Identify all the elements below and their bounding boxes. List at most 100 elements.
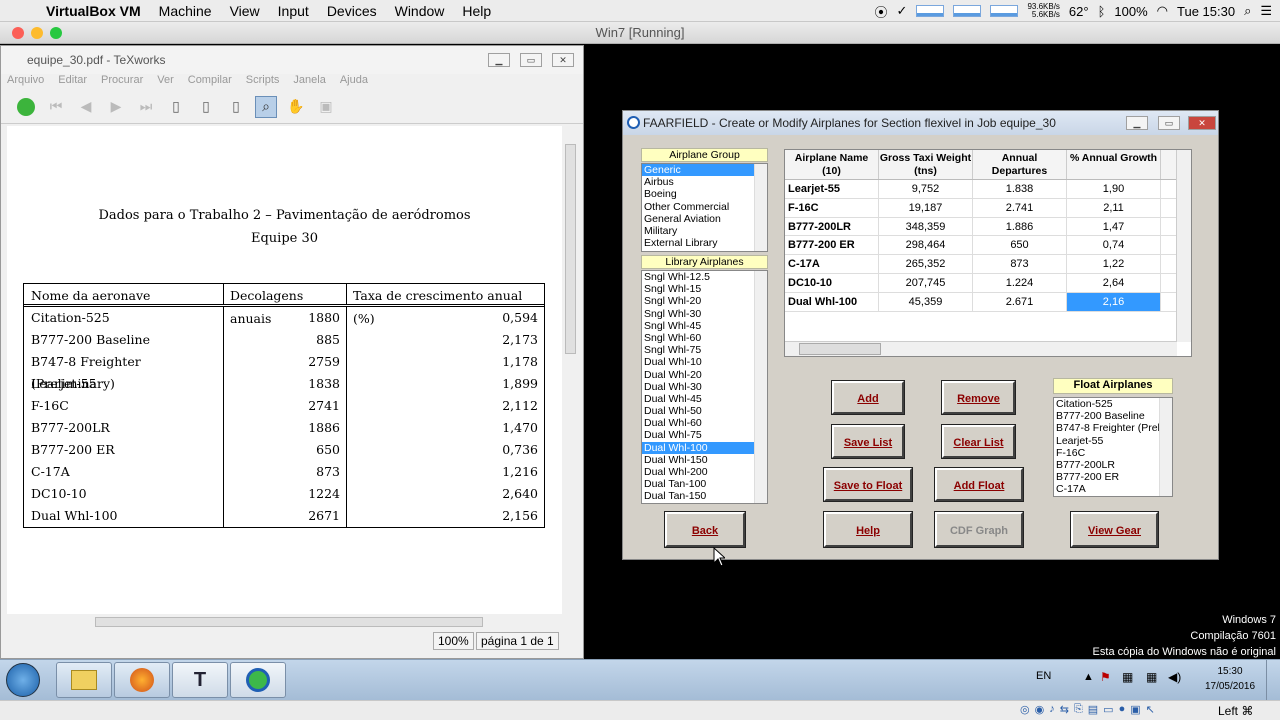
- fit-width-icon[interactable]: ▯: [195, 96, 217, 118]
- typeset-icon[interactable]: [15, 96, 37, 118]
- menu-ver[interactable]: Ver: [157, 74, 174, 90]
- grid-cell[interactable]: 1,22: [1067, 255, 1161, 273]
- volume-icon[interactable]: ◀): [1168, 670, 1181, 684]
- grid-cell[interactable]: 2.741: [973, 198, 1067, 217]
- library-airplane-item[interactable]: Sngl Whl-20: [642, 295, 767, 307]
- record-icon[interactable]: ⦿: [875, 2, 888, 21]
- scrollbar-thumb[interactable]: [565, 144, 576, 354]
- menu-janela[interactable]: Janela: [293, 74, 325, 90]
- library-airplane-item[interactable]: Dual Whl-30: [642, 381, 767, 393]
- library-airplane-item[interactable]: Dual Whl-60: [642, 417, 767, 429]
- airplane-group-item[interactable]: Military: [642, 225, 767, 237]
- grid-row[interactable]: B777-200 ER 298,464 650 0,74: [785, 236, 1191, 256]
- library-airplane-item[interactable]: Dual Whl-50: [642, 405, 767, 417]
- texworks-task-icon[interactable]: T: [172, 662, 228, 698]
- scrollbar-thumb[interactable]: [95, 617, 483, 627]
- float-airplane-item[interactable]: Learjet-55: [1054, 435, 1172, 447]
- show-hidden-icons-icon[interactable]: ▲: [1083, 671, 1094, 683]
- usb-icon[interactable]: ⎘: [1074, 703, 1083, 716]
- list-scrollbar[interactable]: [1159, 398, 1172, 496]
- grid-cell[interactable]: 1.886: [973, 217, 1067, 236]
- float-airplane-item[interactable]: B777-200 Baseline: [1054, 410, 1172, 422]
- library-airplane-item[interactable]: Sngl Whl-75: [642, 344, 767, 356]
- float-airplane-item[interactable]: B777-200LR: [1054, 459, 1172, 471]
- grid-cell[interactable]: 2,64: [1067, 273, 1161, 292]
- search-icon[interactable]: ⌕: [1244, 3, 1251, 19]
- library-airplane-item[interactable]: Dual Whl-10: [642, 356, 767, 368]
- back-button[interactable]: Back: [665, 512, 745, 547]
- language-indicator[interactable]: EN: [1036, 670, 1051, 682]
- grid-cell[interactable]: 1.224: [973, 273, 1067, 292]
- menu-editar[interactable]: Editar: [58, 74, 87, 90]
- grid-row[interactable]: C-17A 265,352 873 1,22: [785, 255, 1191, 274]
- grid-cell[interactable]: 19,187: [879, 198, 973, 217]
- zoom-level[interactable]: 100%: [433, 632, 474, 650]
- grid-cell[interactable]: C-17A: [785, 255, 879, 273]
- grid-cell[interactable]: 873: [973, 255, 1067, 273]
- last-page-icon[interactable]: ⏭: [135, 96, 157, 118]
- library-airplane-item[interactable]: Dual Whl-150: [642, 454, 767, 466]
- float-airplane-item[interactable]: C-17A: [1054, 483, 1172, 495]
- cpu-icon[interactable]: ▣: [1130, 703, 1140, 716]
- close-icon[interactable]: [12, 27, 24, 39]
- grid-cell[interactable]: DC10-10: [785, 273, 879, 292]
- menu-input[interactable]: Input: [269, 3, 318, 19]
- minimize-icon[interactable]: [31, 27, 43, 39]
- firefox-task-icon[interactable]: [114, 662, 170, 698]
- clear-list-button[interactable]: Clear List: [942, 425, 1015, 458]
- tray-icon[interactable]: ▦: [1146, 670, 1157, 684]
- hard-disk-icon[interactable]: ◎: [1020, 703, 1030, 716]
- grid-cell[interactable]: 9,752: [879, 180, 973, 198]
- grid-cell[interactable]: 265,352: [879, 255, 973, 273]
- list-scrollbar[interactable]: [754, 164, 767, 251]
- grid-cell[interactable]: 2.671: [973, 292, 1067, 311]
- library-airplanes-list[interactable]: Sngl Whl-12.5 Sngl Whl-15 Sngl Whl-20 Sngl …: [641, 270, 768, 504]
- explorer-task-icon[interactable]: [56, 662, 112, 698]
- pdf-horizontal-scrollbar[interactable]: [7, 614, 562, 630]
- menu-app-name[interactable]: VirtualBox VM: [40, 3, 150, 19]
- grid-cell[interactable]: 348,359: [879, 217, 973, 236]
- menu-ajuda[interactable]: Ajuda: [340, 74, 368, 90]
- add-float-button[interactable]: Add Float: [935, 468, 1023, 501]
- grid-cell[interactable]: Dual Whl-100: [785, 292, 879, 311]
- network-icon[interactable]: ⇆: [1060, 703, 1069, 716]
- grid-cell[interactable]: Learjet-55: [785, 180, 879, 198]
- library-airplane-item[interactable]: Dual Whl-100: [642, 441, 767, 454]
- menu-procurar[interactable]: Procurar: [101, 74, 143, 90]
- grid-cell[interactable]: 45,359: [879, 292, 973, 311]
- menu-machine[interactable]: Machine: [150, 3, 221, 19]
- menu-help[interactable]: Help: [453, 3, 500, 19]
- menu-window[interactable]: Window: [386, 3, 454, 19]
- show-desktop-button[interactable]: [1266, 660, 1280, 700]
- cdf-graph-button[interactable]: CDF Graph: [935, 512, 1023, 547]
- library-airplane-item[interactable]: Sngl Whl-15: [642, 283, 767, 295]
- check-icon[interactable]: ✓: [897, 3, 908, 19]
- view-gear-button[interactable]: View Gear: [1071, 512, 1158, 547]
- library-airplane-item[interactable]: Dual Tan-100: [642, 478, 767, 490]
- wifi-icon[interactable]: ◠: [1157, 3, 1168, 19]
- grid-row[interactable]: Dual Whl-100 45,359 2.671 2,16: [785, 292, 1191, 312]
- float-airplane-item[interactable]: F-16C: [1054, 447, 1172, 459]
- grid-cell[interactable]: B777-200 ER: [785, 236, 879, 255]
- grid-cell[interactable]: 650: [973, 236, 1067, 255]
- actual-size-icon[interactable]: ▯: [165, 96, 187, 118]
- grid-row[interactable]: Learjet-55 9,752 1.838 1,90: [785, 180, 1191, 199]
- grid-horizontal-scrollbar[interactable]: [785, 341, 1177, 356]
- library-airplane-item[interactable]: Sngl Whl-30: [642, 308, 767, 320]
- grid-cell[interactable]: 207,745: [879, 273, 973, 292]
- float-airplane-item[interactable]: B777-200 ER: [1054, 471, 1172, 483]
- airplane-group-item[interactable]: General Aviation: [642, 213, 767, 225]
- tray-icon[interactable]: ▦: [1122, 670, 1133, 684]
- grid-vertical-scrollbar[interactable]: [1176, 150, 1191, 342]
- library-airplane-item[interactable]: Dual Tan-150: [642, 490, 767, 502]
- close-icon[interactable]: ✕: [552, 53, 574, 67]
- menu-arquivo[interactable]: Arquivo: [7, 74, 44, 90]
- action-center-icon[interactable]: ⚑: [1100, 670, 1111, 684]
- maximize-icon[interactable]: ▭: [520, 53, 542, 67]
- magnify-icon[interactable]: ⌕: [255, 95, 277, 118]
- first-page-icon[interactable]: ⏮: [45, 96, 67, 118]
- float-airplane-item[interactable]: Citation-525: [1054, 398, 1172, 410]
- grid-row[interactable]: F-16C 19,187 2.741 2,11: [785, 198, 1191, 218]
- library-airplane-item[interactable]: Dual Whl-20: [642, 369, 767, 381]
- menu-devices[interactable]: Devices: [318, 3, 386, 19]
